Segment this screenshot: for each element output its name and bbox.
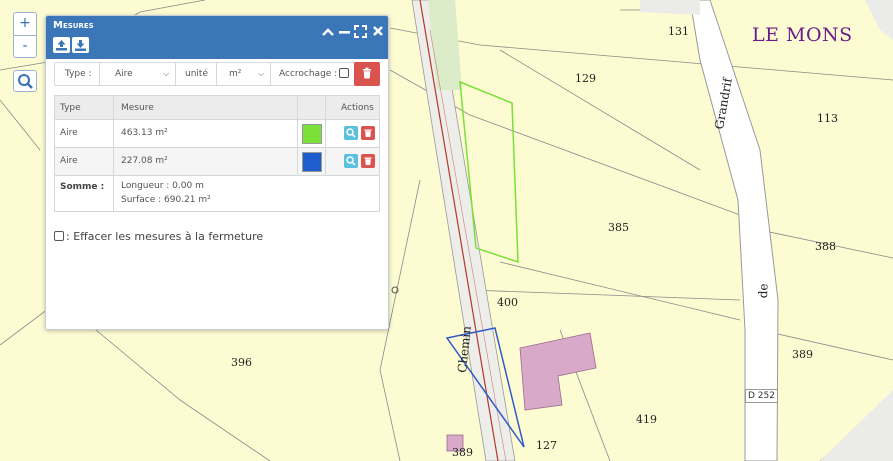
- zoom-to-measure-button[interactable]: [344, 154, 358, 168]
- snap-label: Accrochage :: [279, 69, 338, 79]
- import-button[interactable]: [53, 37, 70, 53]
- chevron-down-icon[interactable]: ⌵: [163, 69, 169, 79]
- place-name-label: LE MONS: [752, 24, 853, 46]
- sum-length: Longueur : 0.00 m: [121, 181, 204, 191]
- zoom-control: + -: [13, 12, 37, 58]
- zoom-out-button[interactable]: -: [14, 35, 36, 57]
- column-header-measure: Mesure: [121, 103, 154, 113]
- parcel-label: 389: [792, 348, 813, 361]
- fullscreen-icon[interactable]: [354, 25, 367, 38]
- column-header-actions: Actions: [341, 103, 374, 113]
- color-swatch[interactable]: [302, 152, 322, 172]
- color-swatch[interactable]: [302, 124, 322, 144]
- panel-title: Mesures: [53, 20, 94, 31]
- row-measure: 463.13 m²: [121, 128, 168, 138]
- search-icon: [346, 156, 356, 166]
- search-icon: [18, 74, 33, 89]
- route-badge: D 252: [745, 389, 778, 403]
- table-row: Aire 463.13 m²: [55, 119, 379, 147]
- type-select[interactable]: Aire: [115, 69, 133, 79]
- parcel-label: 388: [815, 240, 836, 253]
- unit-label: unité: [185, 69, 208, 79]
- zoom-to-measure-button[interactable]: [344, 126, 358, 140]
- trash-icon: [364, 129, 372, 137]
- parcel-label: 385: [608, 221, 629, 234]
- row-measure: 227.08 m²: [121, 156, 168, 166]
- measures-panel: Mesures Type : Aire ⌵ unité m² ⌵ Accroch…: [45, 15, 389, 330]
- sum-label: Somme :: [60, 182, 105, 192]
- delete-measure-button[interactable]: [361, 126, 375, 140]
- table-header-row: Type Mesure Actions: [55, 96, 379, 119]
- parcel-label: 131: [668, 25, 689, 38]
- collapse-icon[interactable]: [322, 27, 334, 37]
- trash-icon: [363, 67, 371, 79]
- zoom-in-button[interactable]: +: [14, 13, 36, 35]
- parcel-label: 419: [636, 413, 657, 426]
- unit-select[interactable]: m²: [229, 69, 241, 79]
- panel-header[interactable]: Mesures: [46, 16, 388, 59]
- measure-toolbar: Type : Aire ⌵ unité m² ⌵ Accrochage :: [54, 62, 380, 86]
- road-label: de: [756, 283, 771, 299]
- sum-surface: Surface : 690.21 m²: [121, 195, 211, 205]
- delete-all-button[interactable]: [354, 62, 380, 86]
- clear-on-close-label: : Effacer les mesures à la fermeture: [66, 230, 264, 243]
- table-row: Aire 227.08 m²: [55, 147, 379, 175]
- trash-icon: [364, 157, 372, 165]
- row-type: Aire: [60, 128, 78, 138]
- parcel-label: 400: [497, 296, 518, 309]
- map-search-button[interactable]: [13, 70, 37, 92]
- parcel-label: 389: [452, 446, 473, 459]
- minimize-icon[interactable]: [339, 27, 350, 37]
- search-icon: [346, 128, 356, 138]
- sum-row: Somme : Longueur : 0.00 m Surface : 690.…: [55, 175, 379, 211]
- parcel-label: 129: [575, 72, 596, 85]
- download-icon: [75, 40, 86, 51]
- clear-on-close-option[interactable]: : Effacer les mesures à la fermeture: [54, 230, 263, 243]
- measures-table: Type Mesure Actions Aire 463.13 m² Aire …: [54, 95, 380, 212]
- snap-checkbox[interactable]: [339, 68, 349, 78]
- row-type: Aire: [60, 156, 78, 166]
- parcel-label: 113: [817, 112, 838, 125]
- chevron-down-icon[interactable]: ⌵: [258, 69, 264, 79]
- clear-on-close-checkbox[interactable]: [54, 231, 64, 241]
- type-label: Type :: [65, 69, 92, 79]
- export-button[interactable]: [72, 37, 89, 53]
- delete-measure-button[interactable]: [361, 154, 375, 168]
- parcel-label: 396: [231, 356, 252, 369]
- column-header-type: Type: [60, 103, 81, 113]
- close-icon[interactable]: [372, 25, 384, 37]
- parcel-label: 127: [536, 439, 557, 452]
- upload-icon: [56, 40, 67, 51]
